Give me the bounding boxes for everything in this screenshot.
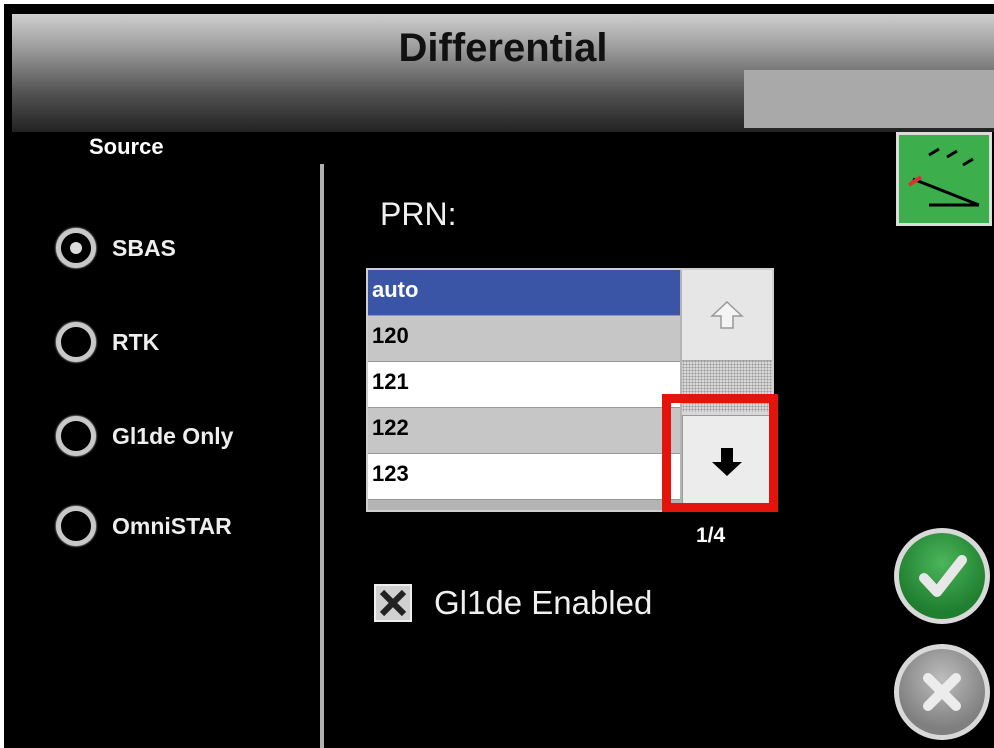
- radio-omnistar[interactable]: OmniSTAR: [56, 504, 232, 548]
- radio-glide-only[interactable]: Gl1de Only: [56, 414, 233, 458]
- list-item[interactable]: 120: [368, 316, 680, 362]
- confirm-button[interactable]: [894, 528, 990, 624]
- list-item[interactable]: 123: [368, 454, 680, 500]
- scroll-up-button[interactable]: [682, 270, 772, 361]
- highlight-box: [662, 394, 778, 512]
- list-item[interactable]: 122: [368, 408, 680, 454]
- guidance-lines-icon[interactable]: [896, 132, 992, 226]
- radio-label-glide-only: Gl1de Only: [112, 422, 234, 449]
- prn-list: auto 120 121 122 123: [368, 270, 680, 510]
- prn-label: PRN:: [380, 196, 457, 232]
- close-icon: [923, 673, 961, 711]
- arrow-up-icon: [710, 300, 744, 329]
- checkmark-icon: [919, 555, 967, 597]
- radio-label-sbas: SBAS: [112, 234, 176, 261]
- list-item[interactable]: 121: [368, 362, 680, 408]
- screen: Differential Source SBAS RTK Gl1de Only …: [4, 4, 994, 748]
- list-item[interactable]: auto: [368, 270, 680, 316]
- radio-rtk[interactable]: RTK: [56, 320, 159, 364]
- radio-unselected-icon: [56, 322, 96, 362]
- title-tab: [744, 70, 994, 128]
- radio-label-rtk: RTK: [112, 328, 160, 355]
- radio-selected-icon: [56, 228, 96, 268]
- page-indicator: 1/4: [696, 524, 726, 547]
- cancel-button[interactable]: [894, 644, 990, 740]
- radio-sbas[interactable]: SBAS: [56, 226, 176, 270]
- source-label: Source: [89, 134, 164, 159]
- radio-unselected-icon: [56, 506, 96, 546]
- checkbox-checked-icon: [374, 584, 412, 622]
- radio-unselected-icon: [56, 416, 96, 456]
- divider: [320, 164, 324, 748]
- glide-enabled-checkbox[interactable]: Gl1de Enabled: [374, 584, 652, 622]
- glide-enabled-label: Gl1de Enabled: [434, 584, 653, 621]
- radio-label-omnistar: OmniSTAR: [112, 512, 232, 539]
- page-title: Differential: [398, 26, 608, 70]
